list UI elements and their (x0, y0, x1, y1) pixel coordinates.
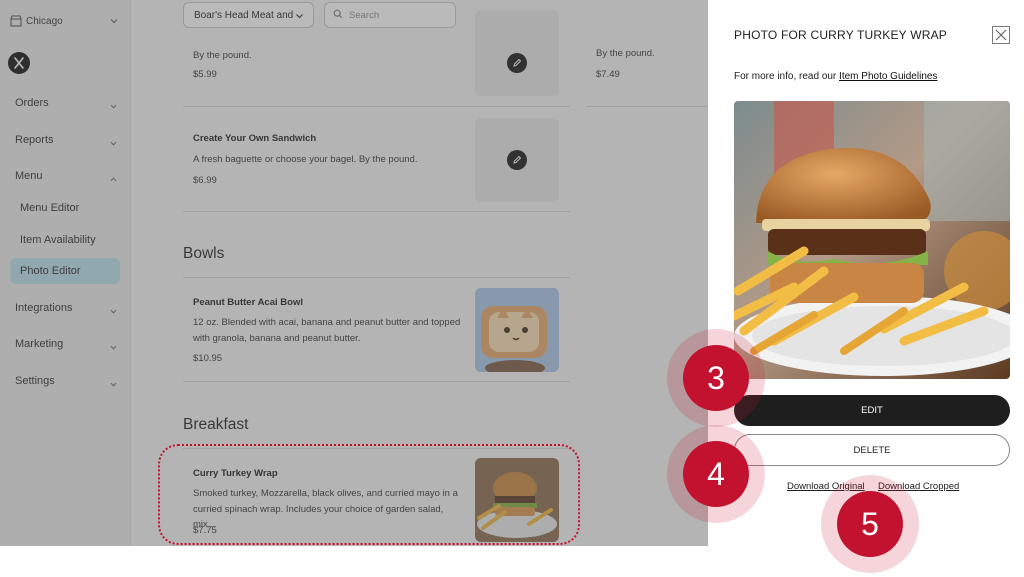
info-text: For more info, read our Item Photo Guide… (734, 71, 937, 82)
close-icon (995, 29, 1007, 41)
callout-number: 5 (837, 491, 903, 557)
burger-photo-image (734, 101, 1010, 379)
callout-badge-3: 3 (667, 329, 765, 427)
delete-photo-button[interactable]: DELETE (734, 434, 1010, 466)
drawer-title: PHOTO FOR CURRY TURKEY WRAP (734, 28, 947, 42)
selected-item-highlight (158, 444, 580, 545)
callout-badge-5: 5 (821, 475, 919, 573)
callout-number: 4 (683, 441, 749, 507)
callout-badge-4: 4 (667, 425, 765, 523)
edit-photo-button[interactable]: EDIT (734, 395, 1010, 426)
photo-guidelines-link[interactable]: Item Photo Guidelines (839, 71, 937, 82)
item-photo-preview (734, 101, 1010, 379)
callout-number: 3 (683, 345, 749, 411)
info-prefix: For more info, read our (734, 71, 837, 82)
close-button[interactable] (992, 26, 1010, 44)
